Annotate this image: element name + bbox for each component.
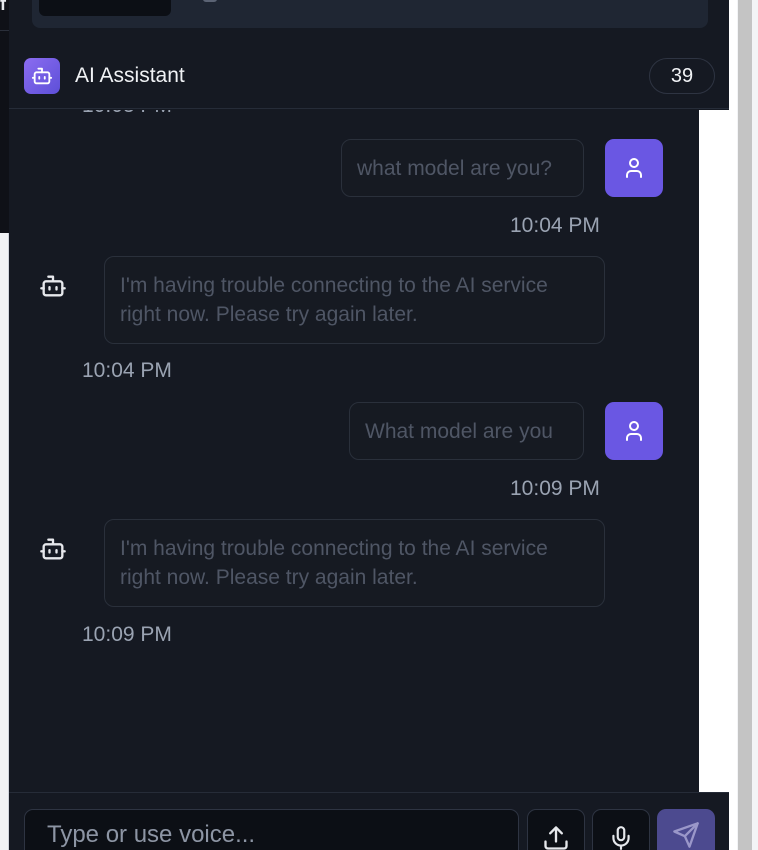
upload-button[interactable] xyxy=(527,809,585,850)
message-list[interactable]: 10:03 PM what model are you? 10:04 PM I'… xyxy=(9,110,699,792)
page-scrollbar-thumb[interactable] xyxy=(738,0,752,850)
chat-header: AI Assistant 39 xyxy=(9,44,729,109)
chat-panel: AI Assistant 39 10:03 PM what model are … xyxy=(9,0,729,850)
voice-input-button[interactable] xyxy=(592,809,650,850)
chat-title: AI Assistant xyxy=(75,64,185,87)
message-count-badge: 39 xyxy=(649,58,715,94)
message-input[interactable] xyxy=(24,809,519,850)
user-icon xyxy=(605,139,663,197)
page-scrollbar[interactable] xyxy=(737,0,758,850)
user-message-bubble: what model are you? xyxy=(341,139,584,197)
microphone-icon xyxy=(608,824,634,850)
user-message-bubble: What model are you xyxy=(349,402,584,460)
background-divider xyxy=(0,30,9,31)
background-page-dark-region: f xyxy=(0,0,9,233)
message-timestamp: 10:04 PM xyxy=(82,359,172,382)
tab-icon[interactable] xyxy=(203,0,217,2)
background-page-strip: f xyxy=(0,0,9,850)
assistant-message-bubble: I'm having trouble connecting to the AI … xyxy=(104,519,605,607)
mode-tab-bar xyxy=(32,0,708,28)
assistant-message-bubble: I'm having trouble connecting to the AI … xyxy=(104,256,605,344)
message-timestamp: 10:09 PM xyxy=(510,477,600,500)
background-glyph: f xyxy=(0,0,6,14)
bot-icon xyxy=(24,58,60,94)
message-list-scrollbar[interactable] xyxy=(699,110,729,792)
send-button[interactable] xyxy=(657,809,715,850)
send-icon xyxy=(672,821,700,850)
message-timestamp: 10:09 PM xyxy=(82,623,172,646)
bot-icon xyxy=(38,271,68,301)
message-timestamp: 10:03 PM xyxy=(82,110,172,118)
upload-icon xyxy=(542,824,570,850)
tab-active[interactable] xyxy=(39,0,171,16)
user-icon xyxy=(605,402,663,460)
message-timestamp: 10:04 PM xyxy=(510,214,600,237)
composer-bar xyxy=(9,792,729,850)
bot-icon xyxy=(38,534,68,564)
